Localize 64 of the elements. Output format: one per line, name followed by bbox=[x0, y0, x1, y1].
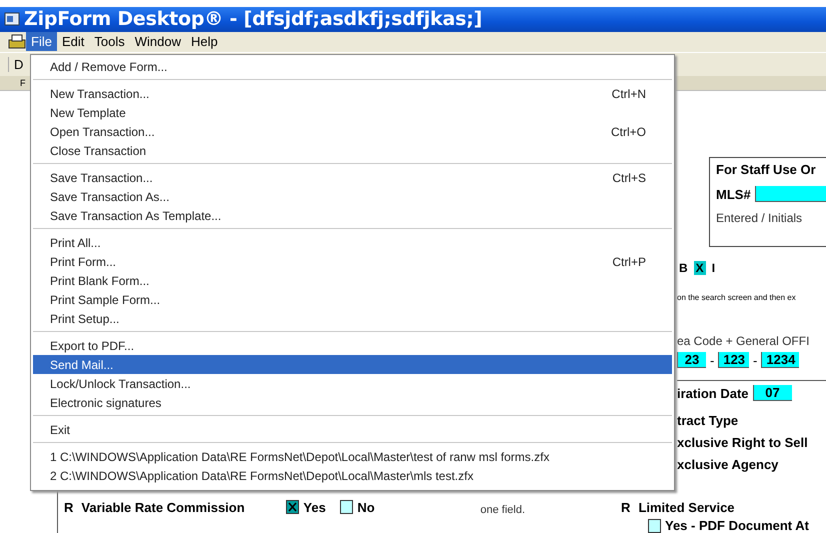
contract-option: xclusive Agency bbox=[677, 457, 826, 472]
checkbox-label: No bbox=[357, 500, 375, 514]
format-button[interactable]: B bbox=[677, 261, 690, 275]
limited-service-label: Limited Service bbox=[638, 500, 735, 514]
menu-item[interactable]: Save Transaction As Template... bbox=[33, 206, 672, 225]
menu-item[interactable]: Save Transaction As... bbox=[33, 187, 672, 206]
menu-item[interactable]: Lock/Unlock Transaction... bbox=[33, 374, 672, 393]
staff-box-title: For Staff Use Or bbox=[716, 162, 817, 177]
required-marker: R bbox=[621, 500, 630, 514]
menu-item[interactable]: Print All... bbox=[33, 233, 672, 252]
menu-item[interactable]: Electronic signatures bbox=[33, 393, 672, 412]
format-button[interactable]: X bbox=[694, 261, 706, 275]
contract-option: xclusive Right to Sell bbox=[677, 435, 826, 450]
menu-item[interactable]: Print Blank Form... bbox=[33, 271, 672, 290]
printer-icon bbox=[8, 34, 26, 50]
checkbox[interactable] bbox=[286, 500, 300, 514]
menu-title[interactable]: Tools bbox=[89, 32, 130, 52]
phone-field[interactable]: 1234 bbox=[761, 352, 800, 368]
menu-title[interactable]: Window bbox=[130, 32, 186, 52]
menu-item[interactable]: Print Form... Ctrl+P bbox=[33, 252, 672, 271]
variable-rate-label: Variable Rate Commission bbox=[81, 500, 246, 514]
checkbox[interactable] bbox=[648, 518, 661, 532]
mls-field[interactable] bbox=[754, 186, 826, 202]
window-title: ZipForm Desktop® - [dfsjdf;asdkfj;sdfjkas;] bbox=[24, 8, 482, 30]
phone-field[interactable]: 23 bbox=[677, 352, 706, 368]
menu-item[interactable]: 1 C:\WINDOWS\Application Data\RE FormsNet\Depot\Local\Master\test of ranw msl forms.zfx bbox=[33, 447, 672, 466]
menu-title[interactable]: Help bbox=[186, 32, 223, 52]
menu-item[interactable]: Print Sample Form... bbox=[33, 290, 672, 309]
menu-item[interactable]: 2 C:\WINDOWS\Application Data\RE FormsNet\Depot\Local\Master\mls test.zfx bbox=[33, 466, 672, 485]
dash: - bbox=[753, 352, 758, 368]
contract-type-label: tract Type bbox=[677, 413, 740, 428]
hint-text: on the search screen and then ex bbox=[677, 293, 797, 302]
dash: - bbox=[710, 352, 714, 368]
menu-item[interactable]: New Transaction... Ctrl+N bbox=[33, 84, 672, 103]
menu-item[interactable]: Save Transaction... Ctrl+S bbox=[33, 168, 672, 187]
checkbox-label: Yes bbox=[303, 500, 326, 514]
shortcut-text: Ctrl+N bbox=[612, 86, 646, 100]
phone-field[interactable]: 123 bbox=[718, 352, 750, 368]
required-marker: R bbox=[64, 500, 74, 514]
tab[interactable]: F bbox=[20, 78, 26, 88]
phone-label: ea Code + General OFFI bbox=[677, 334, 810, 348]
toolbar-button[interactable]: D bbox=[8, 56, 24, 72]
expiration-field[interactable]: 07 bbox=[752, 385, 792, 401]
shortcut-text: Ctrl+S bbox=[612, 170, 646, 184]
menu-item[interactable]: Print Setup... bbox=[33, 309, 672, 328]
checkbox-label: Yes - PDF Document At bbox=[665, 518, 809, 533]
menu-item[interactable]: Add / Remove Form... bbox=[33, 57, 672, 76]
mls-label: MLS# bbox=[716, 186, 751, 202]
menu-item[interactable]: Open Transaction... Ctrl+O bbox=[33, 122, 672, 141]
menu-item[interactable]: Export to PDF... bbox=[33, 336, 672, 355]
shortcut-text: Ctrl+P bbox=[612, 254, 646, 268]
format-button[interactable]: I bbox=[710, 261, 718, 275]
menu-title[interactable]: Edit bbox=[56, 32, 90, 52]
entered-label: Entered / Initials bbox=[716, 211, 802, 225]
menu-item[interactable]: Send Mail... bbox=[33, 355, 672, 374]
menu-item[interactable]: New Template bbox=[33, 103, 672, 122]
expiration-label: iration Date bbox=[677, 386, 749, 400]
shortcut-text: Ctrl+O bbox=[610, 124, 646, 138]
app-icon bbox=[4, 11, 20, 28]
checkbox[interactable] bbox=[340, 500, 354, 514]
menu-item[interactable]: Exit bbox=[33, 420, 672, 439]
menu-item[interactable]: Close Transaction bbox=[33, 141, 672, 160]
menu-title[interactable]: File bbox=[26, 32, 57, 52]
note-text: one field. bbox=[480, 504, 526, 516]
